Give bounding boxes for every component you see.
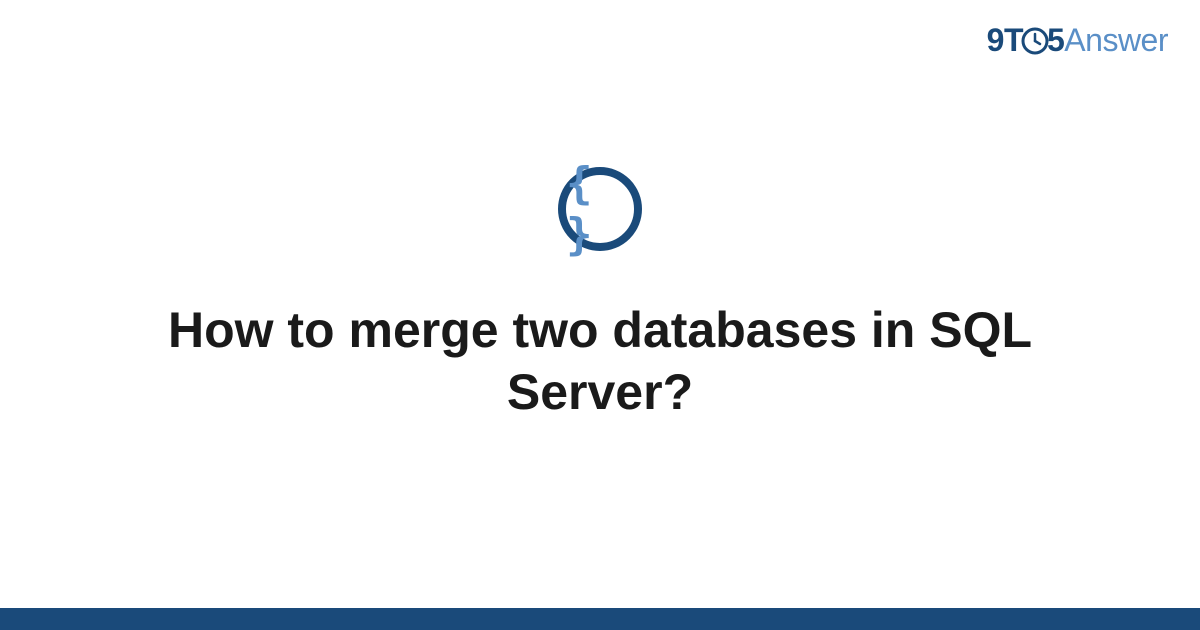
footer-bar (0, 608, 1200, 630)
question-title: How to merge two databases in SQL Server… (100, 299, 1100, 424)
logo-text-5: 5 (1047, 22, 1064, 58)
logo-text-9t: 9T (987, 22, 1023, 58)
main-content: { } How to merge two databases in SQL Se… (0, 0, 1200, 630)
category-icon-circle: { } (558, 167, 642, 251)
code-braces-icon: { } (566, 158, 634, 260)
site-logo: 9T 5Answer (987, 22, 1168, 59)
logo-text-answer: Answer (1064, 22, 1168, 58)
clock-icon (1021, 27, 1049, 55)
